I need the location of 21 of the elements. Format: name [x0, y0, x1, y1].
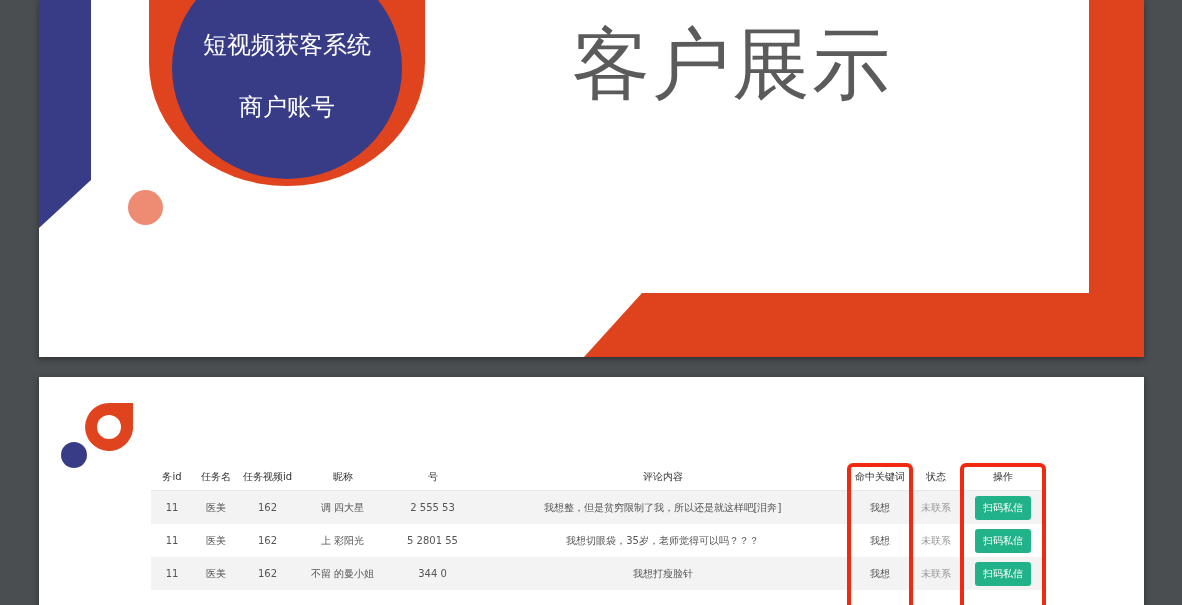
- table-cell: 2 555 53: [388, 491, 477, 524]
- scan-message-button[interactable]: 扫码私信: [974, 528, 1031, 553]
- table-cell: 162: [238, 491, 297, 524]
- slide-title: 客户展示: [571, 18, 892, 111]
- table-cell: 医美: [193, 557, 239, 590]
- table-cell: 11: [150, 557, 194, 590]
- table-cell: 162: [238, 557, 297, 590]
- table-cell: 344 0: [388, 557, 477, 590]
- badge-text: 短视频获客系统: [202, 31, 371, 59]
- table-cell: 不留 的曼小姐: [296, 557, 389, 590]
- table-cell: 调 四大星: [296, 491, 389, 524]
- table-cell: 我想: [848, 557, 911, 590]
- badge-text: 商户账号: [238, 93, 335, 121]
- table-cell: 我想整，但是贫穷限制了我，所以还是就这样吧[泪奔]: [476, 491, 849, 524]
- table-cell: 医美: [193, 491, 239, 524]
- decorative-dot: [127, 190, 163, 225]
- scan-message-button[interactable]: 扫码私信: [974, 495, 1031, 520]
- table-cell: 我想: [848, 491, 911, 524]
- table-cell: 11: [150, 491, 194, 524]
- table-cell: 我想打瘦脸针: [476, 557, 849, 590]
- scan-message-button[interactable]: 扫码私信: [974, 561, 1031, 586]
